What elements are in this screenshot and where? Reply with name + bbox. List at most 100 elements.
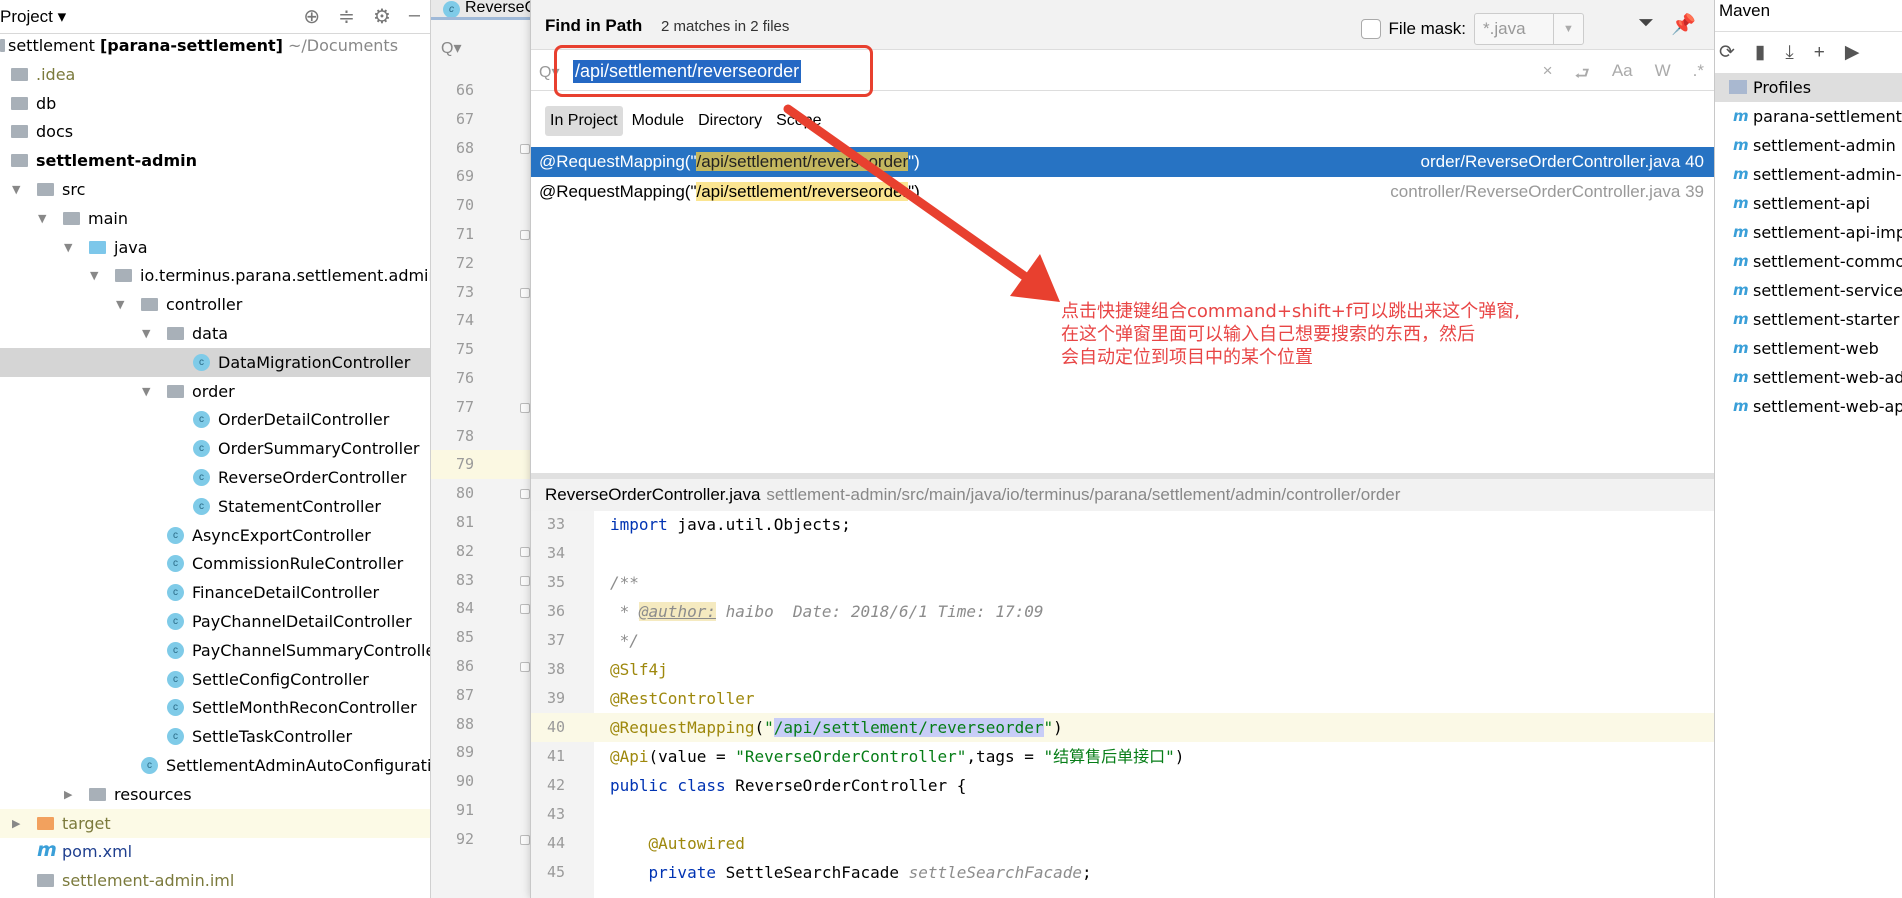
chevron-down-icon[interactable]: ▼ bbox=[12, 175, 20, 204]
add-icon[interactable]: + bbox=[1814, 42, 1825, 64]
tree-item[interactable]: settlement [parana-settlement] ~/Documen… bbox=[0, 31, 430, 60]
maven-item[interactable]: m settlement-web bbox=[1715, 334, 1902, 363]
chevron-right-icon[interactable]: ▶ bbox=[64, 780, 72, 809]
fold-marker-icon[interactable] bbox=[520, 143, 530, 154]
maven-item[interactable]: m settlement-api bbox=[1715, 189, 1902, 218]
code-text: @Api(value = "ReverseOrderController",ta… bbox=[610, 742, 1184, 771]
tree-item[interactable]: settlement-admin bbox=[0, 146, 430, 175]
tree-item[interactable]: ▼ main bbox=[0, 204, 430, 233]
chevron-down-icon[interactable]: ▼ bbox=[64, 233, 72, 262]
chevron-down-icon[interactable]: ▼ bbox=[116, 290, 124, 319]
tree-item[interactable]: c SettleConfigController bbox=[0, 665, 430, 694]
project-view-dropdown[interactable]: Project ▾ bbox=[0, 7, 66, 27]
editor-search-icon[interactable]: Q▾ bbox=[441, 38, 461, 58]
scope-tab-in-project[interactable]: In Project bbox=[545, 106, 623, 136]
maven-item[interactable]: m settlement-starter bbox=[1715, 305, 1902, 334]
tree-item[interactable]: c OrderSummaryController bbox=[0, 434, 430, 463]
collapse-all-icon[interactable]: ≑ bbox=[338, 4, 355, 29]
tree-item[interactable]: c ReverseOrderController bbox=[0, 463, 430, 492]
chevron-down-icon[interactable]: ▼ bbox=[142, 319, 150, 348]
tree-item[interactable]: c SettlementAdminAutoConfiguration bbox=[0, 751, 430, 780]
tree-item[interactable]: c AsyncExportController bbox=[0, 521, 430, 550]
generate-sources-icon[interactable]: ▮ bbox=[1755, 41, 1765, 64]
tree-item[interactable]: c DataMigrationController bbox=[0, 347, 430, 377]
tree-item[interactable]: c PayChannelSummaryController bbox=[0, 636, 430, 665]
tree-item[interactable]: m pom.xml bbox=[0, 837, 430, 866]
filter-icon[interactable]: ⏷ bbox=[1638, 12, 1654, 35]
line-number: 42 bbox=[547, 776, 566, 794]
code-token: @Slf4j bbox=[610, 660, 668, 679]
result-row[interactable]: @RequestMapping("/api/settlement/reverse… bbox=[531, 177, 1714, 207]
editor-tab[interactable]: cReverseOrderController.java bbox=[431, 0, 530, 20]
tree-item[interactable]: ▶ resources bbox=[0, 780, 430, 809]
tree-item[interactable]: c PayChannelDetailController bbox=[0, 607, 430, 636]
tree-item[interactable]: ▼ io.terminus.parana.settlement.admin bbox=[0, 261, 430, 290]
fold-marker-icon[interactable] bbox=[520, 230, 530, 240]
tree-item[interactable]: c SettleTaskController bbox=[0, 722, 430, 751]
regex-toggle[interactable]: .* bbox=[1693, 61, 1704, 90]
tree-item[interactable]: c SettleMonthReconController bbox=[0, 693, 430, 722]
fold-marker-icon[interactable] bbox=[520, 575, 530, 586]
code-token: ( bbox=[754, 718, 765, 737]
maven-module-icon: m bbox=[1733, 165, 1749, 183]
maven-item[interactable]: Profiles bbox=[1715, 73, 1902, 102]
download-icon[interactable]: ⤓ bbox=[1785, 42, 1793, 64]
tree-item[interactable]: c FinanceDetailController bbox=[0, 578, 430, 607]
file-mask-checkbox[interactable] bbox=[1360, 19, 1381, 39]
reload-icon[interactable]: ⟳ bbox=[1719, 41, 1735, 64]
clear-icon[interactable]: × bbox=[1543, 61, 1553, 90]
chevron-down-icon[interactable]: ▼ bbox=[38, 204, 46, 233]
new-line-icon[interactable]: ⮐ bbox=[1575, 61, 1590, 90]
fold-marker-icon[interactable] bbox=[520, 489, 530, 500]
fold-marker-icon[interactable] bbox=[520, 287, 530, 298]
maven-item[interactable]: m settlement-admin bbox=[1715, 131, 1902, 160]
fold-marker-icon[interactable] bbox=[520, 546, 530, 557]
maven-item[interactable]: m parana-settlement bbox=[1715, 102, 1902, 131]
dialog-title-bar[interactable]: Find in Path 2 matches in 2 files File m… bbox=[531, 0, 1714, 50]
gear-icon[interactable]: ⚙ bbox=[373, 4, 391, 29]
whole-words-toggle[interactable]: W bbox=[1655, 61, 1671, 90]
fold-marker-icon[interactable] bbox=[520, 402, 530, 413]
tree-item-path: ~/Documents bbox=[282, 36, 399, 55]
tree-item[interactable]: ▼ order bbox=[0, 377, 430, 406]
maven-item[interactable]: m settlement-web-api bbox=[1715, 392, 1902, 421]
tree-item[interactable]: ▶ target bbox=[0, 808, 430, 838]
fold-marker-icon[interactable] bbox=[520, 604, 530, 615]
tree-item[interactable]: ▼ data bbox=[0, 319, 430, 348]
tree-item[interactable]: ▼ src bbox=[0, 175, 430, 204]
maven-item[interactable]: msettlement-admin-web bbox=[1715, 160, 1902, 189]
pin-icon[interactable]: 📌 bbox=[1671, 12, 1696, 37]
result-row[interactable]: @RequestMapping("/api/settlement/reverse… bbox=[531, 147, 1714, 177]
tree-item-label: ReverseOrderController bbox=[218, 468, 407, 487]
tree-item[interactable]: c OrderDetailController bbox=[0, 405, 430, 434]
result-suffix: ") bbox=[908, 182, 920, 201]
tree-item[interactable]: ▼ controller bbox=[0, 290, 430, 319]
tree-item[interactable]: c StatementController bbox=[0, 492, 430, 521]
fold-marker-icon[interactable] bbox=[520, 662, 530, 672]
code-line: 37 */ bbox=[531, 626, 1714, 655]
chevron-down-icon[interactable]: ▼ bbox=[142, 377, 150, 406]
scope-tab-scope[interactable]: Scope bbox=[771, 106, 826, 136]
file-mask-select[interactable]: *.java ▼ bbox=[1474, 13, 1584, 45]
chevron-down-icon[interactable]: ▼ bbox=[90, 261, 98, 290]
scope-tab-directory[interactable]: Directory bbox=[693, 106, 767, 136]
tree-item[interactable]: c CommissionRuleController bbox=[0, 549, 430, 578]
maven-item[interactable]: m settlement-common bbox=[1715, 247, 1902, 276]
locate-icon[interactable]: ⊕ bbox=[303, 4, 320, 29]
minimize-icon[interactable]: – bbox=[409, 4, 420, 29]
maven-item[interactable]: msettlement-web-admin bbox=[1715, 363, 1902, 392]
scope-tab-module[interactable]: Module bbox=[627, 106, 689, 136]
tree-item[interactable]: .idea bbox=[0, 60, 430, 89]
maven-item[interactable]: m settlement-service bbox=[1715, 276, 1902, 305]
preview-path: settlement-admin/src/main/java/io/termin… bbox=[766, 485, 1401, 504]
tree-item[interactable]: docs bbox=[0, 117, 430, 146]
tree-item[interactable]: db bbox=[0, 89, 430, 118]
run-icon[interactable]: ▶ bbox=[1845, 41, 1860, 64]
tree-item[interactable]: ▼ java bbox=[0, 233, 430, 262]
line-number: 41 bbox=[547, 747, 566, 765]
tree-item[interactable]: settlement-admin.iml bbox=[0, 866, 430, 895]
fold-marker-icon[interactable] bbox=[520, 834, 530, 845]
match-case-toggle[interactable]: Aa bbox=[1612, 61, 1633, 90]
maven-item[interactable]: m settlement-api-impl bbox=[1715, 218, 1902, 247]
chevron-right-icon[interactable]: ▶ bbox=[12, 809, 20, 838]
